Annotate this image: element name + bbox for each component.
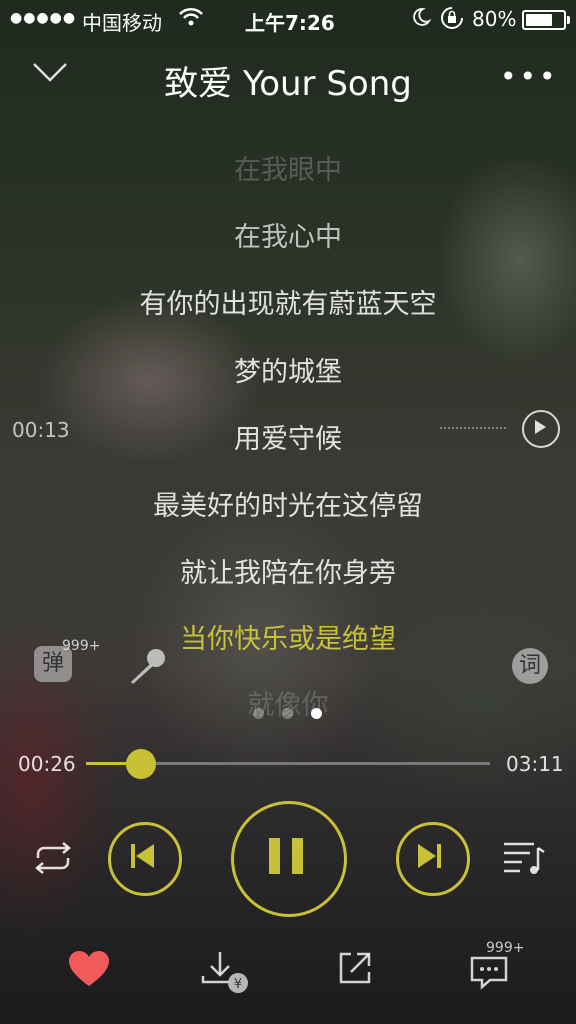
battery-percent: 80% bbox=[472, 7, 517, 31]
pause-button[interactable] bbox=[231, 801, 347, 917]
current-time: 00:26 bbox=[18, 752, 76, 776]
page-indicator-dot[interactable] bbox=[253, 708, 264, 719]
total-time: 03:11 bbox=[506, 752, 564, 776]
lyric-line[interactable]: 在我眼中 bbox=[0, 148, 576, 187]
danmu-count-badge: 999+ bbox=[62, 638, 101, 654]
lyric-line[interactable]: 在我心中 bbox=[0, 215, 576, 254]
page-indicator-dot[interactable] bbox=[282, 708, 293, 719]
battery-icon bbox=[522, 10, 570, 30]
lyric-line[interactable]: 就让我陪在你身旁 bbox=[0, 551, 576, 590]
progress-knob[interactable] bbox=[125, 749, 156, 779]
lyric-seek-time: 00:13 bbox=[12, 418, 70, 442]
svg-text:¥: ¥ bbox=[234, 977, 242, 992]
carrier-name: 中国移动 bbox=[82, 11, 162, 35]
comment-count-badge: 999+ bbox=[486, 940, 525, 956]
moon-icon bbox=[410, 6, 432, 33]
share-icon[interactable] bbox=[335, 948, 375, 992]
page-indicator-dot-active[interactable] bbox=[311, 708, 322, 719]
status-bar: ●●●●● 中国移动 上午7:26 80% bbox=[0, 0, 576, 38]
wifi-icon bbox=[178, 6, 204, 33]
lyric-seek-line bbox=[440, 427, 506, 429]
lyric-line[interactable]: 最美好的时光在这停留 bbox=[0, 484, 576, 523]
signal-strength: ●●●●● bbox=[10, 10, 77, 26]
download-paid-icon[interactable]: ¥ bbox=[200, 948, 252, 1000]
song-title: 致爱 Your Song bbox=[164, 64, 412, 104]
favorite-heart-icon[interactable] bbox=[68, 950, 110, 992]
play-from-lyric-icon[interactable] bbox=[522, 410, 560, 448]
lyric-line[interactable]: 有你的出现就有蔚蓝天空 bbox=[0, 282, 576, 321]
lyric-line[interactable]: 用爱守候 bbox=[0, 417, 576, 456]
more-options-button[interactable]: ••• bbox=[500, 60, 559, 93]
lyric-search-button[interactable]: 词 bbox=[512, 648, 548, 684]
lyric-line[interactable]: 梦的城堡 bbox=[0, 350, 576, 389]
next-button[interactable] bbox=[396, 822, 470, 896]
repeat-icon[interactable] bbox=[30, 840, 76, 880]
playlist-icon[interactable] bbox=[500, 838, 546, 882]
microphone-icon[interactable] bbox=[125, 646, 169, 694]
rotation-lock-icon bbox=[440, 6, 464, 35]
previous-button[interactable] bbox=[108, 822, 182, 896]
status-time: 上午7:26 bbox=[245, 11, 335, 35]
